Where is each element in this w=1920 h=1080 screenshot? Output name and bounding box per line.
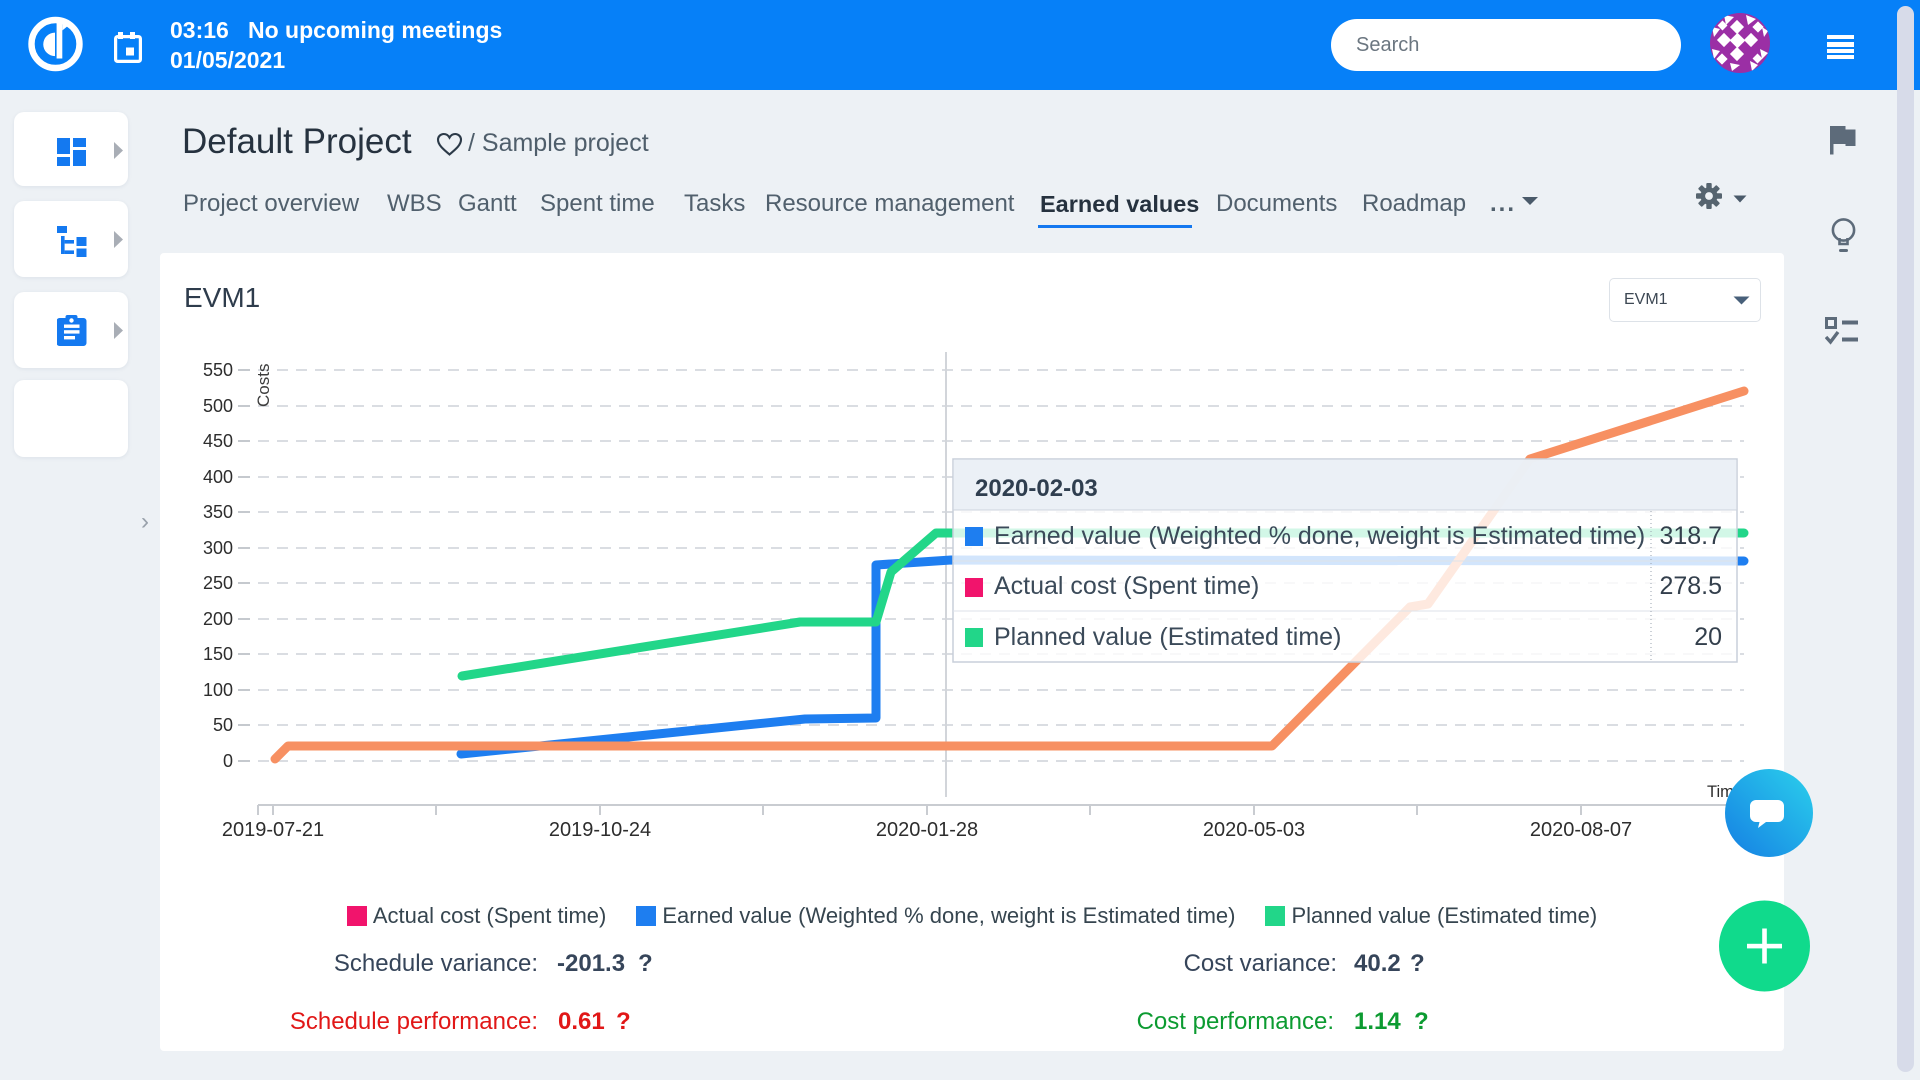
svg-text:200: 200 bbox=[203, 609, 233, 629]
svg-text:300: 300 bbox=[203, 538, 233, 558]
svg-text:2020-01-28: 2020-01-28 bbox=[876, 819, 978, 841]
svg-text:100: 100 bbox=[203, 680, 233, 700]
svg-text:150: 150 bbox=[203, 644, 233, 664]
svg-text:2020-05-03: 2020-05-03 bbox=[1203, 819, 1305, 841]
svg-text:450: 450 bbox=[203, 431, 233, 451]
svg-text:350: 350 bbox=[203, 502, 233, 522]
svg-text:2019-10-24: 2019-10-24 bbox=[549, 819, 651, 841]
svg-text:0: 0 bbox=[223, 751, 233, 771]
svg-text:2020-02-03: 2020-02-03 bbox=[975, 475, 1098, 502]
svg-text:550: 550 bbox=[203, 360, 233, 380]
svg-text:2019-07-21: 2019-07-21 bbox=[222, 819, 324, 841]
svg-text:318.7: 318.7 bbox=[1659, 522, 1722, 550]
svg-text:20: 20 bbox=[1694, 623, 1722, 651]
svg-text:500: 500 bbox=[203, 396, 233, 416]
svg-text:50: 50 bbox=[213, 715, 233, 735]
svg-text:Planned value (Estimated time): Planned value (Estimated time) bbox=[994, 623, 1341, 651]
svg-text:Costs: Costs bbox=[254, 364, 273, 407]
svg-text:2020-08-07: 2020-08-07 bbox=[1530, 819, 1632, 841]
svg-text:400: 400 bbox=[203, 467, 233, 487]
svg-text:Actual cost (Spent time): Actual cost (Spent time) bbox=[994, 572, 1259, 600]
svg-text:250: 250 bbox=[203, 573, 233, 593]
svg-text:278.5: 278.5 bbox=[1659, 572, 1722, 600]
svg-text:Earned value (Weighted % done,: Earned value (Weighted % done, weight is… bbox=[994, 522, 1645, 550]
